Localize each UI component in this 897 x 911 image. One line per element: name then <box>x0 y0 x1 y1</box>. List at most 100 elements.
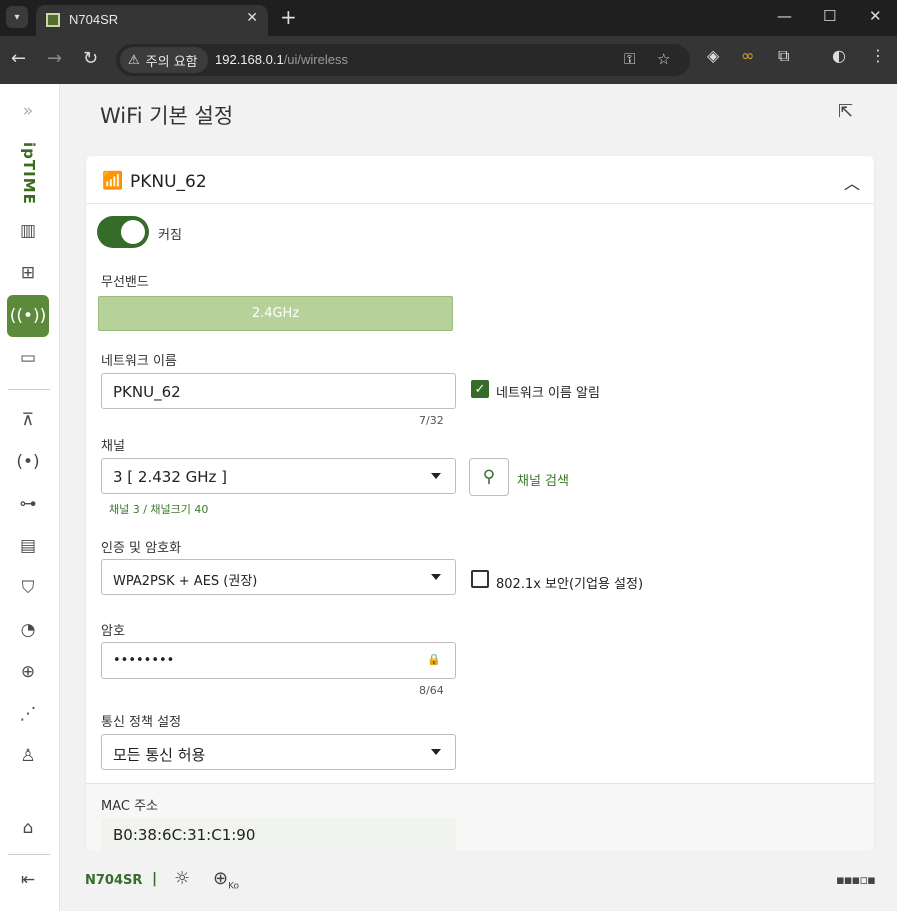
wifi-settings-card: 📶 PKNU_62 ︿ 커짐 무선밴드 2.4GHz 네트워크 이름 PKNU_… <box>86 156 874 851</box>
mac-field: B0:38:6C:31:C1:90 <box>101 818 456 851</box>
policy-value: 모든 통신 허용 <box>113 746 206 764</box>
profile-avatar[interactable]: ◐ <box>832 46 846 65</box>
topology-icon[interactable]: ⊶ <box>7 483 49 525</box>
sidebar: » ipTIME ▥ ⊞ ((•)) ▭ ⊼ (•) ⊶ ▤ ⛉ ◔ ⊕ ⋰ ♙… <box>0 84 60 911</box>
channel-value: 3 [ 2.432 GHz ] <box>113 468 228 486</box>
reload-icon[interactable]: ↻ <box>83 48 98 69</box>
enterprise-label: 802.1x 보안(기업용 설정) <box>496 577 644 592</box>
router-icon[interactable]: ▤ <box>7 525 49 567</box>
policy-select[interactable]: 모든 통신 허용 <box>101 734 456 770</box>
channel-select[interactable]: 3 [ 2.432 GHz ] <box>101 458 456 494</box>
graph-icon[interactable]: ⋰ <box>7 693 49 735</box>
browser-toolbar: ← → ↻ ⚠ 주의 요함 192.168.0.1/ui/wireless ⚿ … <box>0 36 897 84</box>
lock-icon[interactable]: 🔒 <box>427 653 441 666</box>
network-name-input[interactable]: PKNU_62 <box>101 373 456 409</box>
antenna-icon[interactable]: (•) <box>7 441 49 483</box>
auth-label: 인증 및 암호화 <box>101 541 182 556</box>
extensions-puzzle-icon[interactable]: ⧉ <box>778 46 789 66</box>
model-name: N704SR <box>85 873 143 888</box>
browser-tab-bar: ▾ N704SR ✕ + — ☐ ✕ <box>0 0 897 36</box>
password-key-icon[interactable]: ⚿ <box>624 50 635 68</box>
footer: N704SR | ☼ ⊕Ko ▪▪▪▫▪ <box>61 851 897 911</box>
favicon-icon <box>46 13 60 27</box>
password-input[interactable]: •••••••• 🔒 <box>101 642 456 679</box>
sidebar-divider <box>8 854 50 855</box>
brightness-sun-icon[interactable]: ☼ <box>174 868 190 889</box>
policy-label: 통신 정책 설정 <box>101 715 182 730</box>
speed-gauge-icon[interactable]: ◔ <box>7 609 49 651</box>
bookmark-star-icon[interactable]: ☆ <box>657 50 670 68</box>
network-name-label: 네트워크 이름 <box>101 354 177 369</box>
bar-chart-icon[interactable]: ▥ <box>7 210 49 252</box>
auth-select[interactable]: WPA2PSK + AES (권장) <box>101 559 456 595</box>
close-tab-icon[interactable]: ✕ <box>246 10 258 26</box>
mac-section: MAC 주소 B0:38:6C:31:C1:90 <box>86 783 874 851</box>
toggle-knob <box>121 220 145 244</box>
warning-icon: ⚠ <box>128 52 140 68</box>
network-name-counter: 7/32 <box>419 414 444 427</box>
page-title: WiFi 기본 설정 <box>100 104 234 128</box>
broadcast-checkbox[interactable]: ✓ <box>471 380 489 398</box>
card-header[interactable]: 📶 PKNU_62 ︿ <box>86 156 874 204</box>
toggle-label: 커짐 <box>158 228 182 243</box>
broadcast-label: 네트워크 이름 알림 <box>496 386 600 401</box>
logout-icon[interactable]: ⇤ <box>7 859 49 901</box>
language-badge: Ko <box>228 881 240 892</box>
mac-value: B0:38:6C:31:C1:90 <box>113 826 256 844</box>
auth-value: WPA2PSK + AES (권장) <box>113 574 258 589</box>
mac-label: MAC 주소 <box>101 799 159 814</box>
address-bar[interactable]: ⚠ 주의 요함 192.168.0.1/ui/wireless ⚿ ☆ <box>116 44 690 76</box>
url-host: 192.168.0.1 <box>215 52 284 67</box>
url-text[interactable]: 192.168.0.1/ui/wireless <box>215 52 348 67</box>
share-icon[interactable]: ⇱ <box>838 101 853 122</box>
network-name-value: PKNU_62 <box>113 383 181 401</box>
password-counter: 8/64 <box>419 684 444 697</box>
minimize-button[interactable]: — <box>777 7 792 25</box>
extension-infinity-icon[interactable]: ∞ <box>741 46 754 65</box>
network-icon[interactable]: ⊼ <box>7 399 49 441</box>
wifi-power-toggle[interactable] <box>97 216 149 248</box>
security-warning-label: 주의 요함 <box>145 54 198 70</box>
browser-tab[interactable]: N704SR ✕ <box>36 5 268 36</box>
channel-label: 채널 <box>101 439 125 454</box>
iptime-logo: ipTIME <box>20 142 38 205</box>
tab-search-button[interactable]: ▾ <box>6 6 28 28</box>
footer-separator: | <box>152 871 158 887</box>
dropdown-arrow-icon <box>431 473 441 479</box>
dropdown-arrow-icon <box>431 574 441 580</box>
security-shield-icon[interactable]: ⛉ <box>7 567 49 609</box>
password-label: 암호 <box>101 624 125 639</box>
global-network-icon[interactable]: ⊕ <box>7 651 49 693</box>
ssid-title: PKNU_62 <box>130 172 207 192</box>
band-2-4ghz-button[interactable]: 2.4GHz <box>98 296 453 331</box>
enterprise-checkbox[interactable] <box>471 570 489 588</box>
password-value: •••••••• <box>113 653 175 668</box>
band-label: 무선밴드 <box>101 275 149 290</box>
sidebar-divider <box>8 389 50 390</box>
tab-title: N704SR <box>69 12 119 27</box>
chevron-up-icon[interactable]: ︿ <box>844 170 860 194</box>
home-icon[interactable]: ⌂ <box>7 807 49 849</box>
forward-icon[interactable]: → <box>47 48 62 69</box>
channel-search-button[interactable]: ⚲ <box>469 458 509 496</box>
extension-shield-icon[interactable]: ◈ <box>707 46 719 65</box>
web-settings-icon[interactable]: ⊞ <box>7 252 49 294</box>
new-tab-button[interactable]: + <box>280 5 297 29</box>
expand-icon[interactable]: » <box>7 90 49 132</box>
layout-grid-icon[interactable]: ▪▪▪▫▪ <box>836 873 876 888</box>
device-icon[interactable]: ▭ <box>7 337 49 379</box>
language-globe-icon[interactable]: ⊕Ko <box>213 868 239 892</box>
channel-hint: 채널 3 / 채널크기 40 <box>109 503 209 516</box>
user-icon[interactable]: ♙ <box>7 735 49 777</box>
back-icon[interactable]: ← <box>11 48 26 69</box>
dropdown-arrow-icon <box>431 749 441 755</box>
browser-menu-icon[interactable]: ⋮ <box>870 46 886 65</box>
maximize-button[interactable]: ☐ <box>823 7 836 25</box>
security-warning-chip[interactable]: ⚠ 주의 요함 <box>120 47 208 73</box>
channel-search-label[interactable]: 채널 검색 <box>517 470 569 489</box>
wifi-icon: 📶 <box>102 171 124 191</box>
wireless-icon[interactable]: ((•)) <box>7 295 49 337</box>
search-icon: ⚲ <box>482 467 496 487</box>
url-path: /ui/wireless <box>283 52 348 67</box>
close-window-button[interactable]: ✕ <box>869 7 882 25</box>
